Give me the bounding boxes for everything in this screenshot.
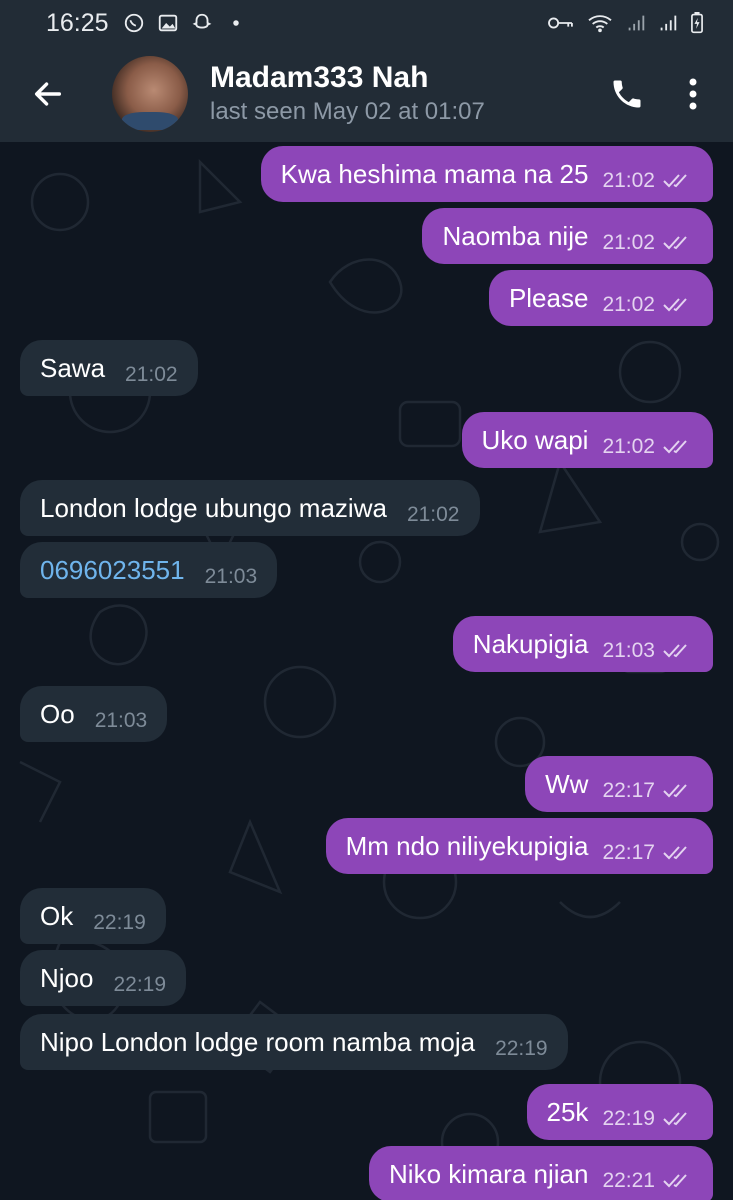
snapchat-icon xyxy=(192,13,211,29)
message-text: Nipo London lodge room namba moja xyxy=(40,1026,476,1057)
message-meta: 22:19 xyxy=(495,1037,548,1061)
message-text: Oo xyxy=(40,698,75,729)
message-text: Ww xyxy=(545,768,589,799)
double-check-icon xyxy=(663,298,687,312)
outgoing-message[interactable]: Please 21:02 xyxy=(488,270,713,326)
arrow-left-icon xyxy=(34,82,62,106)
double-check-icon xyxy=(663,236,687,250)
message-meta: 21:02 xyxy=(602,231,693,255)
message-time: 21:03 xyxy=(94,709,148,732)
message-meta: 22:21 xyxy=(602,1169,693,1193)
message-time: 21:02 xyxy=(602,435,655,458)
message-text: Kwa heshima mama na 25 xyxy=(280,158,589,189)
incoming-message[interactable]: London lodge ubungo maziwa 21:02 xyxy=(20,480,480,536)
message-time: 22:17 xyxy=(602,779,655,802)
message-time: 21:02 xyxy=(602,169,655,192)
key-icon xyxy=(548,17,573,29)
outgoing-message[interactable]: Uko wapi 21:02 xyxy=(461,412,713,468)
outgoing-message[interactable]: Kwa heshima mama na 25 21:02 xyxy=(260,146,713,202)
phone-icon xyxy=(613,80,641,108)
message-time: 21:02 xyxy=(125,363,178,386)
outgoing-message[interactable]: 25k 22:19 xyxy=(526,1084,713,1140)
message-time: 21:02 xyxy=(602,231,655,254)
outgoing-message[interactable]: Ww 22:17 xyxy=(525,756,713,812)
message-meta: 21:02 xyxy=(602,435,693,459)
chat-header: Madam333 Nah last seen May 02 at 01:07 xyxy=(0,46,733,142)
incoming-message[interactable]: Ok 22:19 xyxy=(20,888,166,944)
battery-charging-icon xyxy=(691,12,703,34)
double-check-icon xyxy=(663,1174,687,1188)
incoming-message[interactable]: Sawa 21:02 xyxy=(20,340,198,396)
outgoing-message[interactable]: Naomba nije 21:02 xyxy=(422,208,713,264)
message-text: London lodge ubungo maziwa xyxy=(40,492,387,523)
outgoing-message[interactable]: Nakupigia 21:03 xyxy=(452,616,713,672)
whatsapp-icon xyxy=(124,13,143,33)
phone-number-link[interactable]: 0696023551 xyxy=(40,555,185,586)
message-meta: 21:03 xyxy=(95,709,148,733)
wifi-icon xyxy=(588,15,612,33)
message-text: Njoo xyxy=(40,962,94,993)
message-text: Ok xyxy=(40,900,74,931)
message-text: Sawa xyxy=(40,352,106,383)
message-text: Niko kimara njian xyxy=(389,1158,589,1189)
incoming-message[interactable]: 0696023551 21:03 xyxy=(20,542,278,598)
message-text: 25k xyxy=(546,1096,589,1127)
message-meta: 22:17 xyxy=(602,779,693,803)
double-check-icon xyxy=(663,1112,687,1126)
message-text: Naomba nije xyxy=(442,220,589,251)
incoming-message[interactable]: Nipo London lodge room namba moja 22:19 xyxy=(20,1014,568,1070)
chat-area[interactable]: Kwa heshima mama na 25 21:02 Naomba nije 21… xyxy=(0,142,733,1200)
message-meta: 21:02 xyxy=(602,293,693,317)
message-time: 22:19 xyxy=(93,911,146,934)
message-text: Please xyxy=(508,282,589,313)
message-time: 22:19 xyxy=(495,1037,548,1060)
message-time: 22:17 xyxy=(602,841,655,864)
message-text: Uko wapi xyxy=(481,424,589,455)
message-meta: 22:17 xyxy=(602,841,693,865)
signal-icon xyxy=(660,15,677,31)
outgoing-message[interactable]: Niko kimara njian 22:21 xyxy=(369,1146,713,1200)
message-time: 22:21 xyxy=(602,1169,655,1192)
message-meta: 21:02 xyxy=(125,363,178,387)
status-bar: 16:25 xyxy=(0,0,733,46)
message-meta: 21:03 xyxy=(602,639,693,663)
more-options-button[interactable] xyxy=(663,46,723,142)
double-check-icon xyxy=(663,644,687,658)
status-time: 16:25 xyxy=(46,8,109,37)
message-time: 21:02 xyxy=(602,293,655,316)
double-check-icon xyxy=(663,784,687,798)
message-text: Nakupigia xyxy=(472,628,589,659)
avatar[interactable] xyxy=(112,56,188,132)
message-time: 22:19 xyxy=(602,1107,655,1130)
signal-icon xyxy=(628,15,645,31)
message-meta: 21:02 xyxy=(602,169,693,193)
contact-name: Madam333 Nah xyxy=(210,61,429,94)
incoming-message[interactable]: Oo 21:03 xyxy=(20,686,168,742)
dot-icon xyxy=(232,20,239,26)
double-check-icon xyxy=(663,440,687,454)
gallery-icon xyxy=(158,14,177,32)
message-text: Mm ndo niliyekupigia xyxy=(345,830,589,861)
message-meta: 22:19 xyxy=(602,1107,693,1131)
outgoing-message[interactable]: Mm ndo niliyekupigia 22:17 xyxy=(325,818,713,874)
double-check-icon xyxy=(663,846,687,860)
message-time: 21:03 xyxy=(204,565,258,588)
message-meta: 21:03 xyxy=(205,565,258,589)
contact-info[interactable]: Madam333 Nah last seen May 02 at 01:07 xyxy=(210,60,591,128)
back-button[interactable] xyxy=(0,46,96,142)
double-check-icon xyxy=(663,174,687,188)
incoming-message[interactable]: Njoo 22:19 xyxy=(20,950,187,1006)
message-time: 22:19 xyxy=(113,973,167,996)
message-time: 21:02 xyxy=(406,503,460,526)
message-meta: 22:19 xyxy=(113,973,166,997)
message-meta: 21:02 xyxy=(407,503,460,527)
message-meta: 22:19 xyxy=(93,911,146,935)
message-time: 21:03 xyxy=(602,639,655,662)
last-seen-status: last seen May 02 at 01:07 xyxy=(210,98,485,125)
call-button[interactable] xyxy=(591,46,663,142)
more-vertical-icon xyxy=(689,78,697,110)
